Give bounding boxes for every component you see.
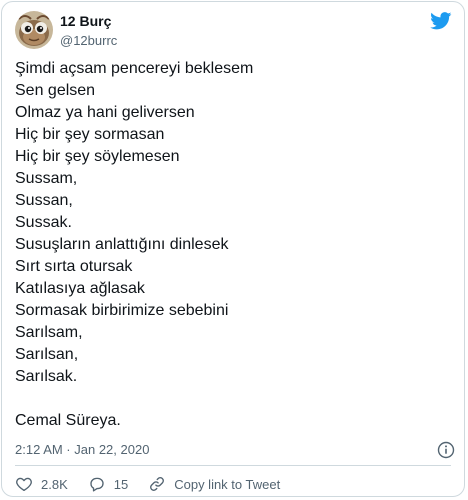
reply-button[interactable]: 15 [88, 475, 128, 493]
tweet-meta: 2:12 AM · Jan 22, 2020 [15, 440, 455, 460]
tweet-card[interactable]: 12 Burç @12burrc Şimdi açsam pencereyi b… [1, 1, 465, 497]
heart-icon [16, 477, 32, 492]
tweet-line: Sen gelsen [15, 82, 96, 99]
author-handle[interactable]: @12burrc [60, 32, 117, 49]
tweet-timestamp[interactable]: 2:12 AM · Jan 22, 2020 [15, 442, 149, 457]
reply-count: 15 [113, 476, 129, 492]
tweet-line: Katılasıya ağlasak [15, 280, 145, 297]
tweet-line: Hiç bir şey söylemesen [15, 148, 180, 165]
tweet-header: 12 Burç @12burrc [2, 2, 464, 58]
tweet-actions: 2.8K 15 Copy link to Tweet [15, 474, 300, 494]
divider [15, 465, 451, 466]
author-display-name[interactable]: 12 Burç [60, 13, 117, 30]
tweet-line: Sussan, [15, 192, 73, 209]
copy-link-label: Copy link to Tweet [174, 476, 281, 492]
avatar[interactable] [15, 11, 53, 49]
tweet-line: Sırt sırta otursak [15, 258, 133, 275]
twitter-bird-icon[interactable] [430, 12, 452, 30]
tweet-line: Susuşların anlattığını dinlesek [15, 236, 229, 253]
tweet-line: Hiç bir şey sormasan [15, 126, 165, 143]
tweet-line: Olmaz ya hani geliversen [15, 104, 195, 121]
tweet-line: Şimdi açsam pencereyi beklesem [15, 60, 254, 77]
reply-bubble-icon [90, 477, 104, 492]
tweet-text: Şimdi açsam pencereyi beklesem Sen gelse… [15, 58, 455, 432]
tweet-line: Sarılsak. [15, 368, 78, 385]
tweet-line: Sussak. [15, 214, 72, 231]
tweet-line: Sussam, [15, 170, 78, 187]
author-names[interactable]: 12 Burç @12burrc [60, 13, 117, 49]
like-button[interactable]: 2.8K [15, 475, 68, 493]
info-icon[interactable] [437, 441, 455, 459]
tweet-signature: Cemal Süreya. [15, 412, 121, 429]
tweet-line: Sormasak birbirimize sebebini [15, 302, 229, 319]
like-count: 2.8K [41, 476, 68, 492]
tweet-line: Sarılsam, [15, 324, 83, 341]
copy-link-button[interactable]: Copy link to Tweet [148, 475, 280, 493]
tweet-line: Sarılsan, [15, 346, 79, 363]
link-icon [150, 477, 165, 491]
